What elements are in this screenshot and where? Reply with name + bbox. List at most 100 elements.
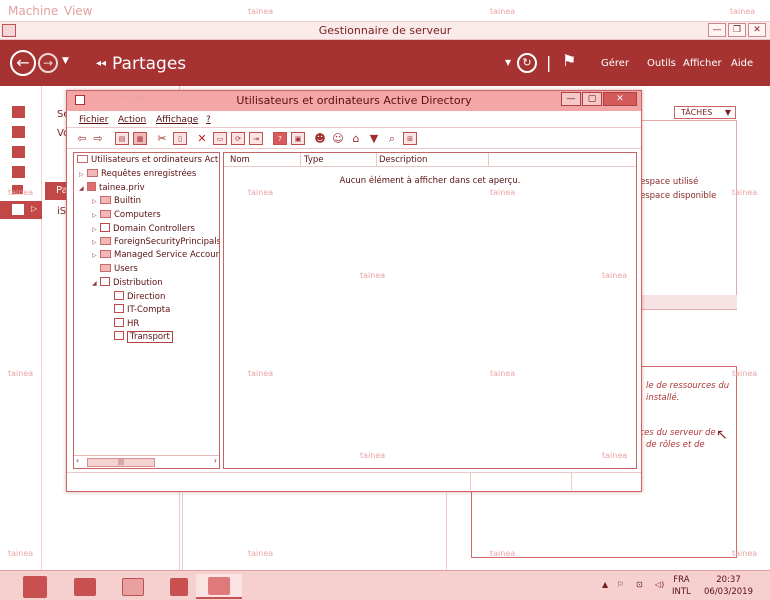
scroll-right-icon[interactable]: › bbox=[214, 456, 217, 465]
scrollbar-thumb[interactable]: ||| bbox=[87, 458, 155, 467]
left-nav: ▷ bbox=[0, 86, 42, 570]
copy-icon[interactable]: ▯ bbox=[173, 132, 187, 145]
menu-action[interactable]: Action bbox=[118, 115, 146, 125]
ad-window-title: Utilisateurs et ordinateurs Active Direc… bbox=[236, 94, 472, 107]
back-arrow-icon[interactable]: ⇦ bbox=[75, 132, 89, 145]
restore-button[interactable]: ❐ bbox=[728, 23, 746, 37]
find-icon[interactable]: ⌕ bbox=[385, 132, 399, 145]
subnav-item-iscsi[interactable]: iS bbox=[57, 206, 66, 217]
tree-item-it-compta[interactable]: IT-Compta bbox=[114, 304, 170, 315]
ad-maximize-button[interactable]: ▢ bbox=[582, 92, 602, 106]
all-servers-icon[interactable] bbox=[12, 146, 25, 158]
network-icon[interactable]: ⊡ bbox=[636, 580, 643, 589]
collapse-icon[interactable]: ◢ bbox=[92, 280, 100, 287]
start-button[interactable] bbox=[12, 574, 58, 599]
file-storage-icon bbox=[12, 204, 24, 215]
menu-view[interactable]: Affichage bbox=[156, 115, 198, 125]
cut-icon[interactable]: ✂ bbox=[155, 132, 169, 145]
collapse-icon[interactable]: ◢ bbox=[79, 185, 87, 192]
file-storage-services-item[interactable]: ▷ bbox=[0, 201, 42, 219]
menu-help[interactable]: ? bbox=[206, 115, 211, 125]
expand-icon[interactable]: ▷ bbox=[79, 171, 87, 178]
menu-view[interactable]: Afficher bbox=[683, 58, 722, 69]
tree-item-foreign-security-principals[interactable]: ▷ ForeignSecurityPrincipals bbox=[92, 237, 219, 247]
new-ou-icon[interactable]: ⌂ bbox=[349, 132, 363, 145]
volume-icon[interactable]: ◁) bbox=[655, 580, 664, 589]
dashboard-icon[interactable] bbox=[12, 106, 25, 118]
role-info-link[interactable]: de rôles et de bbox=[646, 440, 705, 450]
dns-icon[interactable] bbox=[12, 185, 23, 194]
menu-manage[interactable]: Gérer bbox=[601, 58, 629, 69]
expand-icon[interactable]: ▷ bbox=[92, 239, 100, 246]
delete-icon[interactable]: ✕ bbox=[195, 132, 209, 145]
tree-item-root[interactable]: Utilisateurs et ordinateurs Active bbox=[77, 155, 219, 165]
expand-icon[interactable]: ▷ bbox=[92, 252, 100, 259]
role-info-link[interactable]: rces du serveur de bbox=[636, 428, 716, 438]
tasks-dropdown[interactable]: TÂCHES ▼ bbox=[674, 106, 736, 119]
tree-item-managed-service-accounts[interactable]: ▷ Managed Service Accour bbox=[92, 250, 219, 260]
ad-close-button[interactable]: ✕ bbox=[603, 92, 637, 106]
tree-item-domain[interactable]: ◢ tainea.priv bbox=[79, 182, 145, 193]
local-server-icon[interactable] bbox=[12, 126, 25, 138]
tree-item-direction[interactable]: Direction bbox=[114, 291, 165, 302]
vm-menu-machine[interactable]: Machine bbox=[8, 4, 58, 18]
taskbar-powershell[interactable] bbox=[62, 574, 108, 599]
ad-users-icon bbox=[170, 577, 188, 596]
refresh-icon[interactable]: ↻ bbox=[517, 53, 537, 73]
tree-item-transport[interactable]: Transport bbox=[114, 331, 173, 343]
up-folder-icon[interactable]: ▤ bbox=[115, 132, 129, 145]
taskbar-server-manager[interactable] bbox=[196, 574, 242, 599]
tree-item-hr[interactable]: HR bbox=[114, 318, 139, 329]
input-language[interactable]: FRA INTL bbox=[672, 574, 691, 598]
notifications-flag-icon[interactable]: ⚑ bbox=[562, 51, 576, 70]
expand-icon[interactable]: ▷ bbox=[92, 212, 100, 219]
tree-item-distribution[interactable]: ◢ Distribution bbox=[92, 277, 163, 288]
tree-item-computers[interactable]: ▷ Computers bbox=[92, 210, 161, 220]
back-arrow-icon[interactable]: ← bbox=[10, 50, 36, 76]
new-user-icon[interactable]: ☻ bbox=[313, 132, 327, 145]
scroll-left-icon[interactable]: ‹ bbox=[76, 456, 79, 465]
new-group-icon[interactable]: ☺ bbox=[331, 132, 345, 145]
tree-horizontal-scrollbar[interactable]: ‹ ||| › bbox=[74, 455, 219, 468]
tree-item-builtin[interactable]: ▷ Builtin bbox=[92, 196, 141, 206]
help-icon[interactable]: ? bbox=[273, 132, 287, 145]
column-header-description[interactable]: Description bbox=[379, 155, 427, 165]
column-divider[interactable] bbox=[488, 153, 489, 167]
menu-tools[interactable]: Outils bbox=[647, 58, 676, 69]
forward-arrow-icon[interactable]: ⇨ bbox=[91, 132, 105, 145]
separator: | bbox=[546, 53, 552, 72]
properties-icon[interactable]: ▭ bbox=[213, 132, 227, 145]
export-list-icon[interactable]: ⇥ bbox=[249, 132, 263, 145]
refresh-icon[interactable]: ⟳ bbox=[231, 132, 245, 145]
show-tree-icon[interactable]: ▦ bbox=[133, 132, 147, 145]
tree-item-saved-queries[interactable]: ▷ Requêtes enregistrées bbox=[79, 169, 196, 179]
tray-flag-icon[interactable]: ⚐ bbox=[617, 580, 624, 589]
menu-help[interactable]: Aide bbox=[731, 58, 753, 69]
close-button[interactable]: ✕ bbox=[748, 23, 766, 37]
mmc-icon[interactable]: ▣ bbox=[291, 132, 305, 145]
clock[interactable]: 20:37 06/03/2019 bbox=[704, 574, 753, 598]
chevron-down-icon[interactable]: ▼ bbox=[505, 58, 511, 67]
tree-item-users[interactable]: Users bbox=[100, 264, 138, 274]
ad-ds-icon[interactable] bbox=[12, 166, 25, 178]
subnav-item-shares[interactable]: Pa bbox=[45, 182, 68, 200]
history-dropdown-icon[interactable]: ▼ bbox=[62, 56, 69, 66]
forward-arrow-icon[interactable]: → bbox=[38, 53, 58, 73]
add-to-group-icon[interactable]: ⊞ bbox=[403, 132, 417, 145]
filter-icon[interactable]: ▼ bbox=[367, 132, 381, 145]
taskbar-explorer[interactable] bbox=[110, 574, 156, 599]
expand-icon[interactable]: ▷ bbox=[92, 226, 100, 233]
column-divider bbox=[182, 493, 183, 570]
menu-file[interactable]: Fichier bbox=[79, 115, 108, 125]
ad-minimize-button[interactable]: — bbox=[561, 92, 581, 106]
tree-item-domain-controllers[interactable]: ▷ Domain Controllers bbox=[92, 223, 195, 234]
column-divider[interactable] bbox=[376, 153, 377, 167]
tray-chevron-icon[interactable]: ▲ bbox=[602, 580, 608, 589]
minimize-button[interactable]: — bbox=[708, 23, 726, 37]
column-divider[interactable] bbox=[300, 153, 301, 167]
column-header-name[interactable]: Nom bbox=[230, 155, 250, 165]
column-header-type[interactable]: Type bbox=[304, 155, 324, 165]
expand-icon[interactable]: ▷ bbox=[92, 198, 100, 205]
vm-menu-view[interactable]: View bbox=[64, 4, 92, 18]
folder-icon bbox=[87, 169, 98, 177]
